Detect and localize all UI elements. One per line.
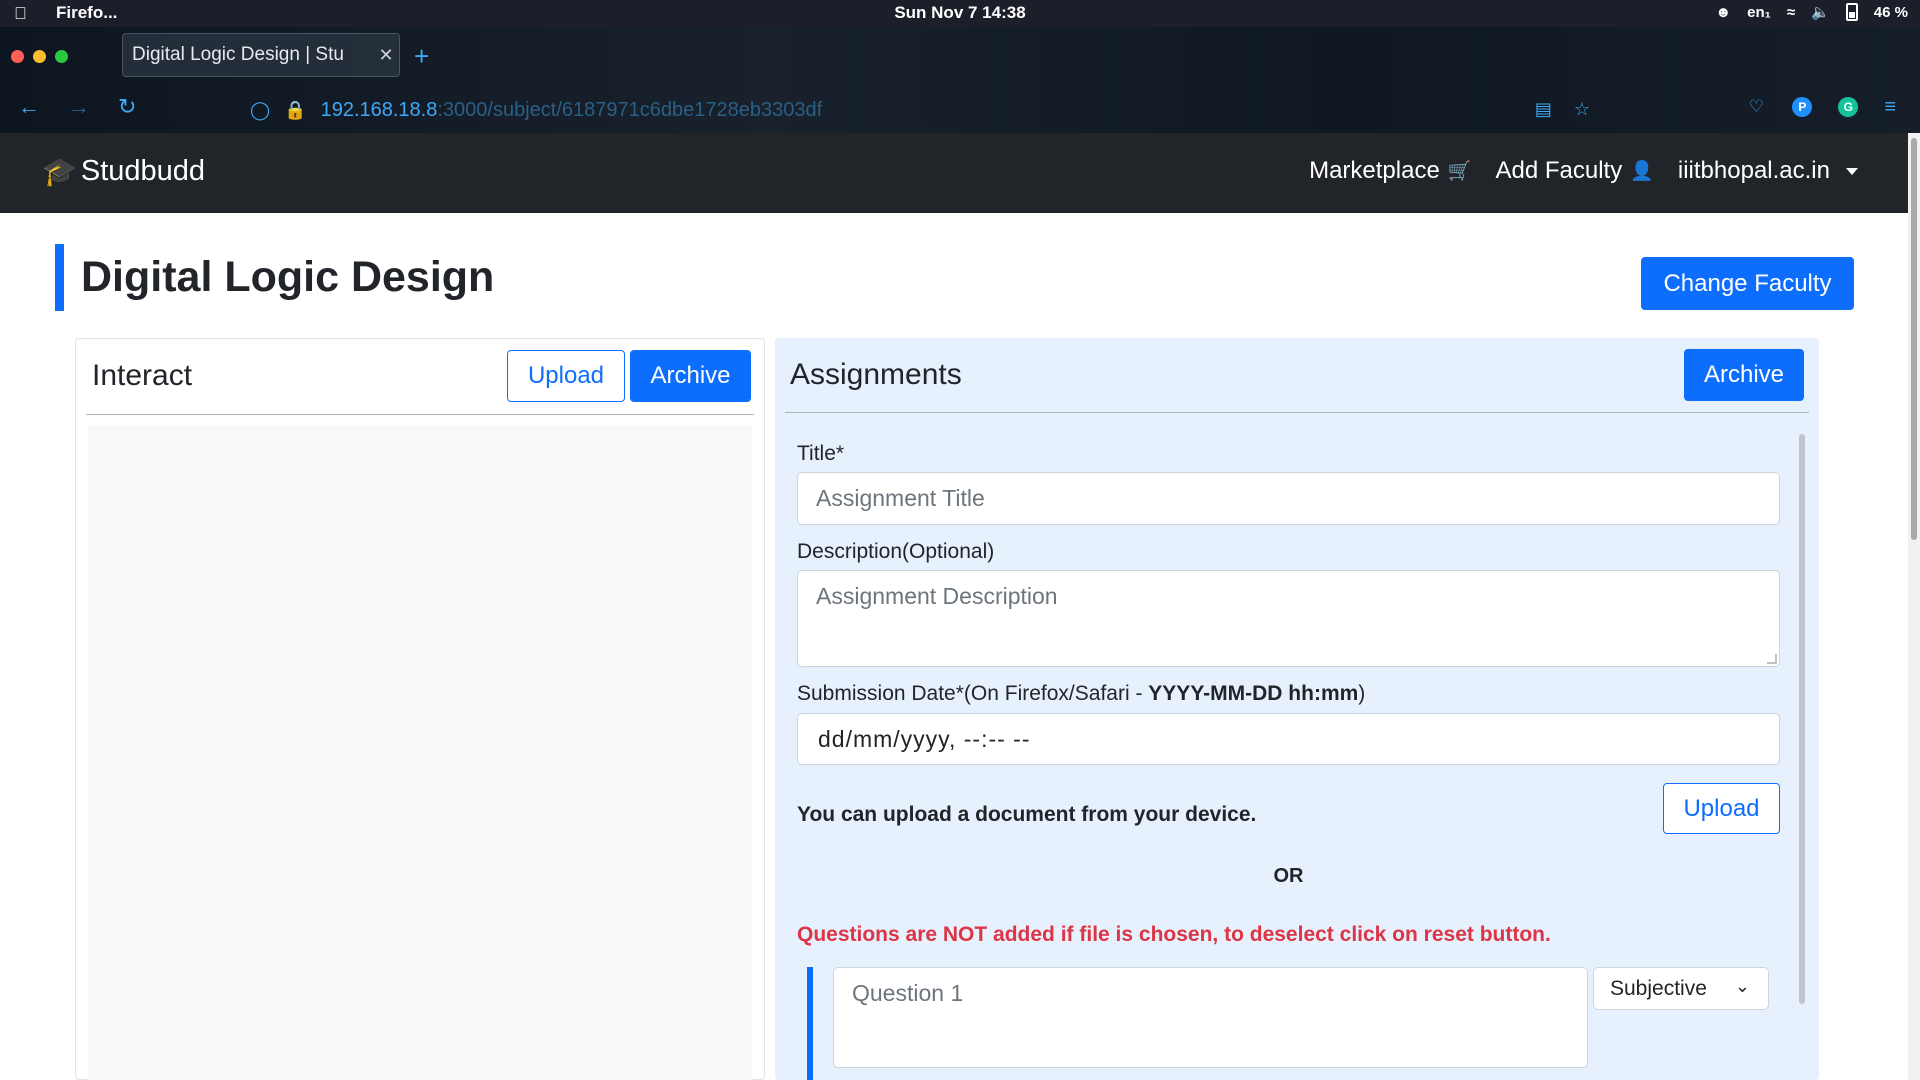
submission-date-label-suffix: ) <box>1358 682 1366 705</box>
assignments-title: Assignments <box>790 358 962 391</box>
interact-card: Interact Upload Archive <box>75 338 765 1080</box>
minimize-window-button[interactable] <box>33 50 46 63</box>
user-plus-icon: 👤 <box>1630 161 1654 182</box>
os-menu-bar:  Firefo... Sun Nov 7 14:38 ☻ en₁ ≈ 🔈 46… <box>0 0 1920 27</box>
submission-date-label-prefix: Submission Date*(On Firefox/Safari - <box>797 682 1149 705</box>
assignments-divider <box>785 412 1809 413</box>
input-language[interactable]: en₁ <box>1747 4 1771 21</box>
submission-date-label: Submission Date*(On Firefox/Safari - YYY… <box>797 682 1365 706</box>
reader-view-icon[interactable]: ▤ <box>1535 99 1552 120</box>
title-label: Title* <box>797 442 845 465</box>
cart-icon: 🛒 <box>1447 161 1472 182</box>
nav-institution-label: iiitbhopal.ac.in <box>1677 157 1830 184</box>
browser-tab[interactable]: Digital Logic Design | Stu ✕ <box>122 33 400 77</box>
nav-add-faculty[interactable]: Add Faculty 👤 <box>1495 157 1653 185</box>
grammarly-icon[interactable]: G <box>1838 97 1859 117</box>
new-tab-icon[interactable]: + <box>414 41 429 72</box>
maximize-window-button[interactable] <box>55 50 68 63</box>
page-scrollbar-thumb[interactable] <box>1911 138 1917 540</box>
assignments-card: Assignments Archive Title* Assignment Ti… <box>775 338 1819 1080</box>
wifi-icon[interactable]: ≈ <box>1787 4 1795 21</box>
close-window-button[interactable] <box>11 50 24 63</box>
pocket-icon[interactable]: ♡ <box>1746 97 1766 117</box>
question-type-value: Subjective <box>1610 976 1707 1000</box>
assignment-upload-button[interactable]: Upload <box>1663 783 1780 834</box>
battery-icon[interactable] <box>1845 3 1858 21</box>
assignments-archive-button[interactable]: Archive <box>1684 349 1804 401</box>
window-controls <box>11 50 68 63</box>
app-navbar: 🎓 Studbudd Marketplace 🛒 Add Faculty 👤 i… <box>0 133 1908 213</box>
question-1-input[interactable]: Question 1 <box>833 967 1588 1068</box>
file-warning: Questions are NOT added if file is chose… <box>797 923 1551 946</box>
submission-date-format: YYYY-MM-DD hh:mm <box>1148 682 1359 705</box>
nav-institution-dropdown[interactable]: iiitbhopal.ac.in <box>1678 157 1858 185</box>
extension-p-icon[interactable]: P <box>1792 97 1813 117</box>
interact-content-area[interactable] <box>88 425 752 1080</box>
interact-archive-button[interactable]: Archive <box>630 350 751 402</box>
url-path: :3000/subject/6187971c6dbe1728eb3303df <box>437 98 823 121</box>
brand-name: Studbudd <box>80 155 206 187</box>
navigation-buttons: ← → ↻ <box>18 94 136 120</box>
back-icon[interactable]: ← <box>18 94 40 120</box>
nav-add-faculty-label: Add Faculty <box>1495 157 1623 184</box>
address-bar-actions: ▤ ☆ <box>1535 99 1590 120</box>
description-label: Description(Optional) <box>797 540 995 563</box>
page-title: Digital Logic Design <box>55 244 494 311</box>
browser-chrome: Digital Logic Design | Stu ✕ + ← → ↻ ◯ 🔒… <box>0 27 1920 133</box>
question-block: Question 1 Subjective ⌄ <box>807 967 1780 1080</box>
hamburger-menu-icon[interactable]: ≡ <box>1884 97 1896 117</box>
battery-percent: 46 % <box>1873 3 1908 21</box>
brand-logo[interactable]: 🎓 Studbudd <box>42 155 205 188</box>
assignment-description-input[interactable]: Assignment Description <box>797 570 1780 667</box>
resize-handle-icon[interactable] <box>1767 654 1777 664</box>
graduation-cap-icon: 🎓 <box>42 156 77 187</box>
nav-links: Marketplace 🛒 Add Faculty 👤 iiitbhopal.a… <box>1309 157 1858 185</box>
interact-card-header: Interact Upload Archive <box>76 339 764 414</box>
tab-title: Digital Logic Design | Stu <box>132 44 344 65</box>
nav-marketplace[interactable]: Marketplace 🛒 <box>1309 157 1471 185</box>
assignments-scrollbar[interactable] <box>1799 434 1805 1004</box>
interact-upload-button[interactable]: Upload <box>507 350 625 402</box>
address-bar[interactable]: ◯ 🔒 192.168.18.8:3000/subject/6187971c6d… <box>250 91 1590 129</box>
tracking-shield-icon[interactable]: ◯ <box>250 100 270 121</box>
url-host: 192.168.18.8 <box>320 98 438 121</box>
extension-toolbar: ♡ P G ≡ <box>1746 97 1896 117</box>
interact-divider <box>86 414 754 415</box>
interact-title: Interact <box>92 359 193 392</box>
upload-note: You can upload a document from your devi… <box>797 803 1257 826</box>
submission-date-input[interactable]: dd/mm/yyyy, --:-- -- <box>797 713 1780 765</box>
volume-icon[interactable]: 🔈 <box>1811 3 1830 21</box>
nav-marketplace-label: Marketplace <box>1309 157 1440 184</box>
forward-icon[interactable]: → <box>68 94 90 120</box>
chevron-down-icon: ⌄ <box>1734 976 1750 996</box>
reload-icon[interactable]: ↻ <box>118 94 136 120</box>
or-separator: OR <box>1273 865 1304 887</box>
assignment-title-input[interactable]: Assignment Title <box>797 472 1780 525</box>
insecure-lock-icon[interactable]: 🔒 <box>284 100 306 121</box>
accessibility-icon[interactable]: ☻ <box>1715 4 1731 21</box>
clock[interactable]: Sun Nov 7 14:38 <box>0 3 1920 23</box>
system-tray: ☻ en₁ ≈ 🔈 46 % <box>1715 3 1908 21</box>
bookmark-star-icon[interactable]: ☆ <box>1574 99 1590 120</box>
page-scrollbar[interactable] <box>1908 133 1920 1080</box>
change-faculty-button[interactable]: Change Faculty <box>1641 257 1854 310</box>
close-tab-icon[interactable]: ✕ <box>373 45 399 66</box>
caret-down-icon <box>1846 167 1858 175</box>
assignment-description-placeholder: Assignment Description <box>816 583 1058 609</box>
question-type-select[interactable]: Subjective ⌄ <box>1593 967 1769 1010</box>
